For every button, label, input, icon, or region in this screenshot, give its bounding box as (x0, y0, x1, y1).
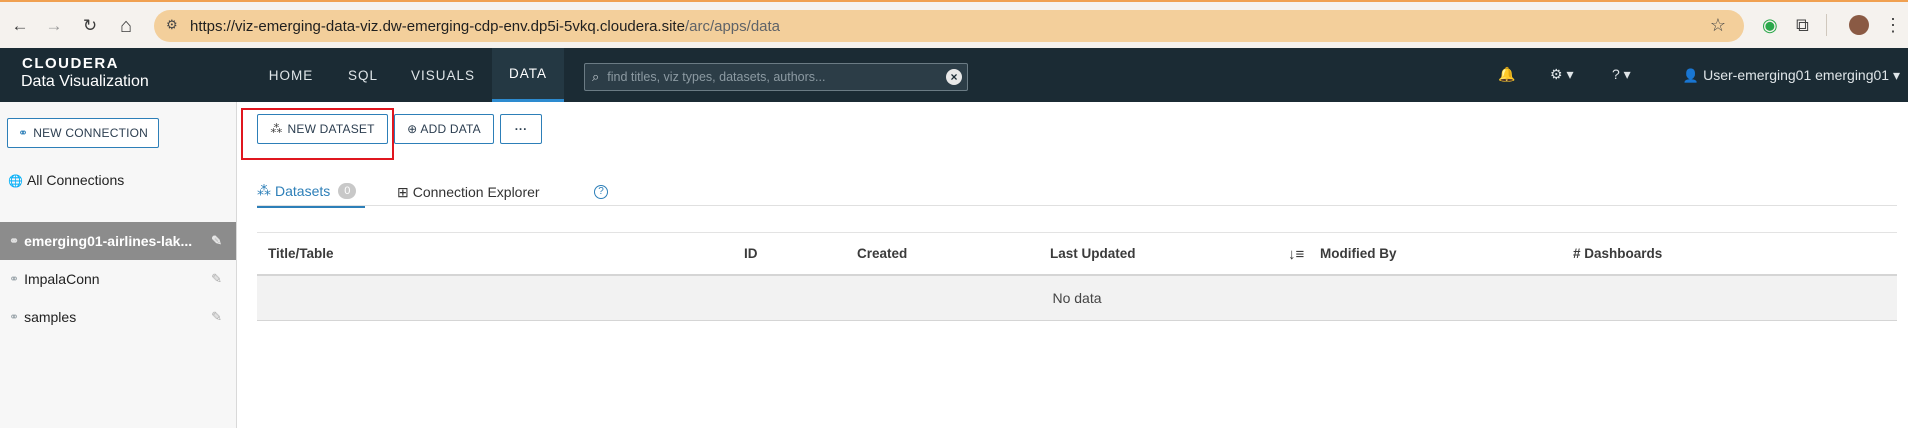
link-icon: ⚭ (9, 310, 20, 324)
search-input[interactable]: ⌕ find titles, viz types, datasets, auth… (584, 63, 968, 91)
nav-data[interactable]: DATA (492, 48, 564, 102)
tab-datasets-label: Datasets (275, 182, 331, 199)
column-header-title-table[interactable]: Title/Table (268, 246, 334, 261)
menu-icon[interactable]: ⋮ (1884, 15, 1902, 36)
tab-connection-explorer[interactable]: ⊞ Connection Explorer (397, 176, 540, 208)
user-name: User-emerging01 emerging01 ▾ (1703, 67, 1900, 83)
user-menu[interactable]: 👤 User-emerging01 emerging01 ▾ (1683, 67, 1900, 84)
all-connections-item[interactable]: 🌐 All Connections (8, 172, 124, 188)
tabs-divider (257, 205, 1897, 206)
reload-icon[interactable]: ↻ (76, 12, 104, 40)
logo-data-visualization: Data Visualization (21, 73, 149, 90)
eye-extension-icon[interactable]: ◉ (1762, 15, 1778, 36)
tab-connection-explorer-label: Connection Explorer (412, 184, 540, 200)
home-icon[interactable]: ⌂ (112, 12, 140, 40)
forward-icon[interactable]: → (40, 12, 68, 40)
column-header-dashboards[interactable]: # Dashboards (1573, 246, 1662, 261)
url-host: https://viz-emerging-data-viz.dw-emergin… (190, 17, 685, 35)
browser-toolbar: ← → ↻ ⌂ ⚙ https://viz-emerging-data-viz.… (0, 0, 1908, 48)
profile-avatar[interactable] (1849, 15, 1869, 35)
extensions-icon[interactable]: ⧉ (1796, 15, 1809, 36)
edit-pencil-icon[interactable]: ✎ (211, 271, 222, 287)
add-data-label: ADD DATA (420, 122, 481, 136)
url-path: /arc/apps/data (684, 17, 781, 35)
connection-item-emerging01[interactable]: ⚭ emerging01-airlines-lak... ✎ (0, 222, 236, 260)
table-grid-icon: ⊞ (397, 183, 409, 200)
plus-circle-icon: ⊕ (407, 122, 418, 136)
all-connections-label: All Connections (26, 172, 125, 188)
nav-visuals[interactable]: VISUALS (402, 48, 484, 102)
notifications-bell-icon[interactable]: 🔔 (1498, 66, 1515, 83)
edit-pencil-icon[interactable]: ✎ (211, 233, 222, 249)
highlight-annotation-box (241, 108, 394, 160)
nav-home[interactable]: HOME (262, 48, 320, 102)
search-icon: ⌕ (592, 69, 600, 84)
connection-item-samples[interactable]: ⚭ samples ✎ (0, 298, 236, 336)
address-bar[interactable]: ⚙ https://viz-emerging-data-viz.dw-emerg… (154, 10, 1744, 42)
nav-sql[interactable]: SQL (336, 48, 390, 102)
search-placeholder: find titles, viz types, datasets, author… (607, 70, 826, 84)
user-icon: 👤 (1682, 68, 1700, 83)
empty-table-message: No data (257, 276, 1897, 321)
sort-descending-icon[interactable]: ↓≡ (1288, 246, 1304, 263)
edit-pencil-icon[interactable]: ✎ (211, 309, 222, 325)
connection-label: ImpalaConn (24, 271, 100, 287)
globe-icon: 🌐 (8, 174, 23, 188)
table-top-border (257, 232, 1897, 233)
toolbar-divider (1826, 14, 1827, 36)
link-icon: ⚭ (9, 234, 20, 248)
settings-gear-icon[interactable]: ⚙ ▾ (1550, 66, 1573, 83)
column-header-last-updated[interactable]: Last Updated (1050, 246, 1136, 261)
back-icon[interactable]: ← (6, 12, 34, 40)
help-icon[interactable]: ? ▾ (1612, 66, 1631, 83)
new-connection-label: NEW CONNECTION (33, 126, 149, 140)
column-header-created[interactable]: Created (857, 246, 907, 261)
more-options-button[interactable]: ··· (500, 114, 542, 144)
url-text: https://viz-emerging-data-viz.dw-emergin… (190, 18, 780, 35)
app-header: CLOUDERA Data Visualization HOME SQL VIS… (0, 48, 1908, 102)
help-circle-icon[interactable]: ? (594, 176, 608, 208)
connection-item-impalaconn[interactable]: ⚭ ImpalaConn ✎ (0, 260, 236, 298)
help-question-mark: ? (594, 185, 608, 199)
add-data-button[interactable]: ⊕ ADD DATA (394, 114, 494, 144)
column-header-modified-by[interactable]: Modified By (1320, 246, 1397, 261)
tab-datasets[interactable]: ⁂ Datasets 0 (257, 176, 365, 208)
site-info-icon[interactable]: ⚙ (166, 17, 178, 33)
column-header-id[interactable]: ID (744, 246, 758, 261)
new-connection-button[interactable]: ⚭ NEW CONNECTION (7, 118, 159, 148)
connection-label: emerging01-airlines-lak... (24, 233, 193, 249)
link-icon: ⚭ (17, 126, 29, 140)
main-content: ⁂ NEW DATASET ⊕ ADD DATA ··· ⁂ Datasets 0 ⊞ C… (238, 102, 1908, 428)
link-icon: ⚭ (9, 272, 20, 286)
connection-label: samples (24, 309, 77, 325)
logo-cloudera: CLOUDERA (22, 55, 119, 72)
bookmark-star-icon[interactable]: ☆ (1710, 15, 1726, 36)
clear-search-icon[interactable]: × (946, 69, 962, 85)
datasets-count-badge: 0 (338, 182, 357, 199)
connections-sidebar: ⚭ NEW CONNECTION 🌐 All Connections ⚭ emergi… (0, 102, 237, 428)
datasets-icon: ⁂ (257, 182, 271, 198)
